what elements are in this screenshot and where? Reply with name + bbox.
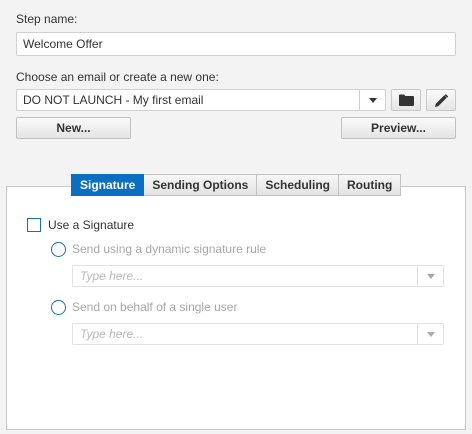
step-name-input[interactable]: Welcome Offer (16, 32, 456, 56)
browse-email-button[interactable] (391, 89, 421, 111)
email-select-arrow[interactable] (359, 90, 385, 110)
tab-routing[interactable]: Routing (339, 174, 402, 196)
use-signature-label: Use a Signature (48, 218, 135, 232)
tab-signature[interactable]: Signature (71, 174, 145, 196)
chevron-down-icon (426, 331, 435, 337)
single-user-label: Send on behalf of a single user (72, 300, 238, 314)
folder-icon (398, 94, 414, 106)
chevron-down-icon (426, 273, 435, 279)
single-user-arrow[interactable] (417, 324, 443, 344)
new-email-button[interactable]: New... (16, 117, 131, 139)
email-select[interactable]: DO NOT LAUNCH - My first email (16, 89, 386, 111)
single-user-placeholder: Type here... (80, 327, 144, 341)
chevron-down-icon (368, 97, 377, 103)
pencil-icon (434, 93, 448, 107)
dynamic-rule-placeholder: Type here... (80, 269, 144, 283)
email-chooser-label: Choose an email or create a new one: (16, 70, 219, 84)
edit-email-button[interactable] (426, 89, 456, 111)
email-select-value: DO NOT LAUNCH - My first email (23, 93, 204, 107)
tab-sending-options[interactable]: Sending Options (144, 174, 258, 196)
options-tabs: Signature Sending Options Scheduling Rou… (71, 174, 402, 196)
dynamic-rule-select[interactable]: Type here... (72, 265, 444, 287)
dynamic-rule-arrow[interactable] (417, 266, 443, 286)
preview-email-button[interactable]: Preview... (341, 117, 456, 139)
single-user-select[interactable]: Type here... (72, 323, 444, 345)
single-user-radio[interactable] (51, 300, 66, 315)
use-signature-checkbox[interactable] (27, 218, 41, 232)
dynamic-rule-radio[interactable] (51, 242, 66, 257)
tab-scheduling[interactable]: Scheduling (257, 174, 340, 196)
dynamic-rule-label: Send using a dynamic signature rule (72, 242, 267, 256)
step-name-label: Step name: (16, 12, 78, 26)
